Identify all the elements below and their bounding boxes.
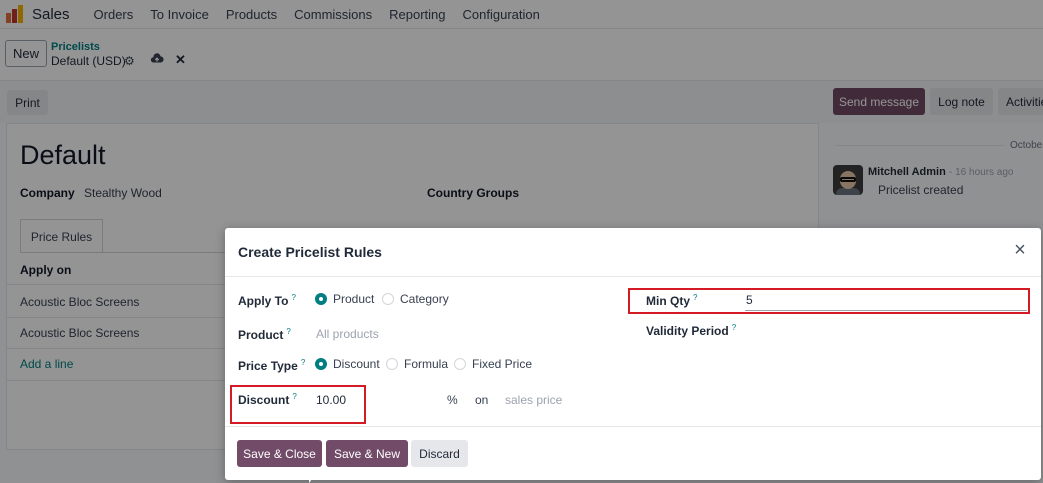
radio-checked-icon: [315, 358, 327, 370]
min-qty-label: Min Qty?: [646, 293, 698, 308]
radio-unchecked-icon: [454, 358, 466, 370]
radio-price-type-discount[interactable]: Discount: [315, 357, 380, 371]
min-qty-input[interactable]: 5: [746, 293, 753, 307]
save-close-button[interactable]: Save & Close: [237, 440, 322, 467]
radio-price-type-fixed-price[interactable]: Fixed Price: [454, 357, 532, 371]
product-input[interactable]: All products: [316, 327, 379, 341]
discard-button[interactable]: Discard: [411, 440, 468, 467]
validity-period-label: Validity Period?: [646, 323, 737, 338]
create-pricelist-rules-dialog: Create Pricelist Rules × Apply To? Produ…: [225, 228, 1041, 480]
discount-base-select[interactable]: sales price: [505, 393, 562, 407]
product-label: Product?: [238, 327, 291, 342]
radio-apply-to-category[interactable]: Category: [382, 292, 449, 306]
apply-to-label: Apply To?: [238, 293, 296, 308]
radio-unchecked-icon: [382, 293, 394, 305]
min-qty-underline: [745, 310, 1027, 311]
discount-input[interactable]: 10.00: [316, 393, 346, 407]
mouse-cursor-icon: [309, 472, 315, 483]
radio-checked-icon: [315, 293, 327, 305]
dialog-title: Create Pricelist Rules: [238, 244, 382, 260]
radio-apply-to-product[interactable]: Product: [315, 292, 374, 306]
save-new-button[interactable]: Save & New: [326, 440, 408, 467]
radio-price-type-formula[interactable]: Formula: [386, 357, 448, 371]
help-tooltip-icon[interactable]: ?: [286, 327, 290, 336]
discount-unit: %: [447, 393, 458, 407]
close-icon[interactable]: ×: [1011, 240, 1029, 260]
discount-on-label: on: [475, 393, 489, 407]
dialog-header-divider: [225, 276, 1041, 277]
help-tooltip-icon[interactable]: ?: [301, 358, 305, 367]
help-tooltip-icon[interactable]: ?: [693, 293, 697, 302]
dialog-footer-divider: [225, 426, 1041, 427]
discount-label: Discount?: [238, 392, 297, 407]
price-type-label: Price Type?: [238, 358, 306, 373]
help-tooltip-icon[interactable]: ?: [732, 323, 736, 332]
help-tooltip-icon[interactable]: ?: [291, 293, 295, 302]
radio-unchecked-icon: [386, 358, 398, 370]
help-tooltip-icon[interactable]: ?: [292, 392, 296, 401]
